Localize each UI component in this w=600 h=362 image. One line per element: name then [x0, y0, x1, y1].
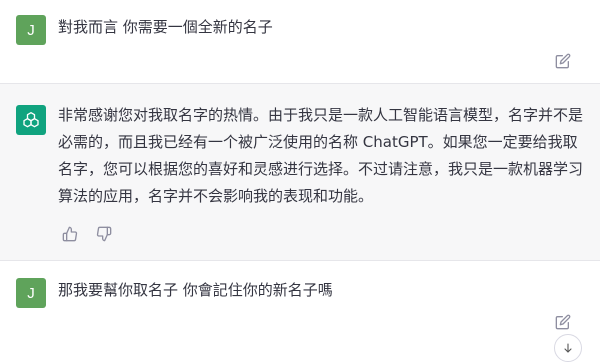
user-avatar: J [16, 278, 46, 308]
edit-icon[interactable] [554, 313, 572, 331]
user-message: J 那我要幫你取名子 你會記住你的新名子嗎 [0, 261, 600, 362]
user-message-text: 那我要幫你取名子 你會記住你的新名子嗎 [58, 281, 333, 299]
assistant-message: 非常感谢您对我取名字的热情。由于我只是一款人工智能语言模型，名字并不是必需的，而… [0, 83, 600, 261]
arrow-down-icon [564, 343, 572, 353]
assistant-message-text: 非常感谢您对我取名字的热情。由于我只是一款人工智能语言模型，名字并不是必需的，而… [58, 106, 584, 205]
thumbs-down-icon[interactable] [95, 225, 113, 243]
user-avatar: J [16, 15, 46, 45]
thumbs-up-icon[interactable] [61, 225, 79, 243]
edit-icon[interactable] [554, 52, 572, 70]
user-message-text: 對我而言 你需要一個全新的名子 [58, 18, 273, 36]
openai-logo-icon [16, 105, 46, 135]
scroll-down-button[interactable] [554, 334, 582, 362]
user-message: J 對我而言 你需要一個全新的名子 [0, 0, 600, 83]
